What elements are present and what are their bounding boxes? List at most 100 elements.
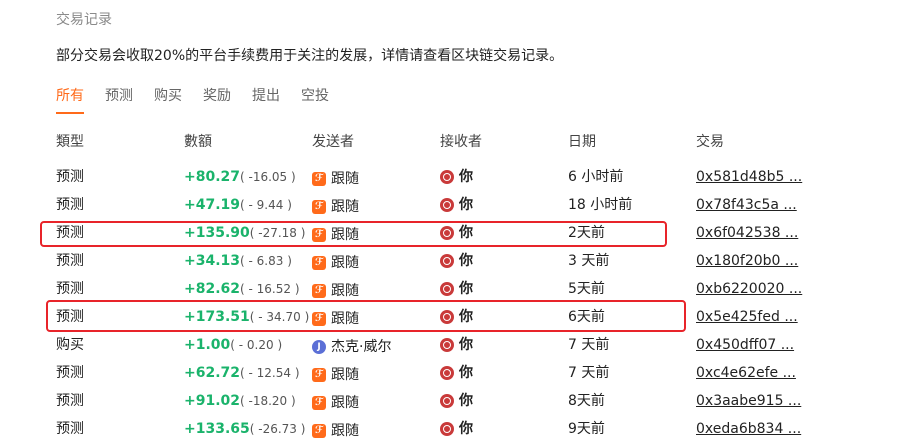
row-sender[interactable]: ℱ 跟随 — [312, 163, 359, 191]
transaction-hash-link[interactable]: 0x180f20b0 ... — [696, 253, 798, 269]
sender-name[interactable]: 跟随 — [331, 417, 359, 445]
row-transaction-link[interactable]: 0x450dff07 ... — [696, 331, 794, 359]
receiver-name: 你 — [459, 281, 473, 297]
amount-value: +135.90 — [184, 225, 250, 241]
row-date: 7 天前 — [568, 365, 610, 381]
row-sender[interactable]: ℱ 跟随 — [312, 191, 359, 219]
column-header-date: 日期 — [568, 134, 596, 150]
row-transaction-link[interactable]: 0xc4e62efe ... — [696, 359, 796, 387]
section-title: 交易记录 — [56, 12, 112, 28]
fee-value: ( - 12.54 ) — [240, 366, 300, 380]
row-date: 5天前 — [568, 281, 605, 297]
receiver-name: 你 — [459, 337, 473, 353]
fee-value: ( - 0.20 ) — [230, 338, 283, 352]
row-sender[interactable]: J 杰克·威尔 — [312, 331, 391, 359]
fee-value: ( -27.18 ) — [249, 226, 306, 240]
fee-value: ( - 16.52 ) — [240, 282, 300, 296]
sender-name[interactable]: 杰克·威尔 — [331, 333, 391, 361]
fee-value: ( -18.20 ) — [240, 394, 296, 408]
fee-value: ( - 9.44 ) — [240, 198, 292, 212]
transaction-hash-link[interactable]: 0x6f042538 ... — [696, 225, 798, 241]
row-date: 2天前 — [568, 225, 605, 241]
row-sender[interactable]: ℱ 跟随 — [312, 275, 359, 303]
row-transaction-link[interactable]: 0x3aabe915 ... — [696, 387, 801, 415]
tab-purchase[interactable]: 购买 — [154, 86, 182, 114]
row-type: 预测 — [56, 393, 84, 409]
row-transaction-link[interactable]: 0x581d48b5 ... — [696, 163, 802, 191]
table-row: 预测 +34.13( - 6.83 ) ℱ 跟随 你 3 天前 0x180f20b… — [0, 247, 917, 275]
row-sender[interactable]: ℱ 跟随 — [312, 247, 359, 275]
row-type: 预测 — [56, 309, 84, 325]
row-receiver: 你 — [440, 219, 473, 247]
tab-withdraw[interactable]: 提出 — [252, 86, 280, 114]
table-row: 预测 +47.19( - 9.44 ) ℱ 跟随 你 18 小时前 0x78f43… — [0, 191, 917, 219]
sender-name[interactable]: 跟随 — [331, 249, 359, 277]
sender-name[interactable]: 跟随 — [331, 305, 359, 333]
amount-value: +62.72 — [184, 365, 241, 381]
row-transaction-link[interactable]: 0xb6220020 ... — [696, 275, 802, 303]
sender-name[interactable]: 跟随 — [331, 277, 359, 305]
follow-icon: ℱ — [312, 368, 326, 382]
receiver-name: 你 — [459, 225, 473, 241]
transaction-hash-link[interactable]: 0xb6220020 ... — [696, 281, 802, 297]
amount-value: +1.00 — [184, 337, 231, 353]
sender-name[interactable]: 跟随 — [331, 221, 359, 249]
transaction-hash-link[interactable]: 0xeda6b834 ... — [696, 421, 801, 437]
row-sender[interactable]: ℱ 跟随 — [312, 359, 359, 387]
transaction-hash-link[interactable]: 0x5e425fed ... — [696, 309, 798, 325]
row-date: 8天前 — [568, 393, 605, 409]
row-amount: +47.19( - 9.44 ) — [184, 191, 292, 219]
transaction-hash-link[interactable]: 0x581d48b5 ... — [696, 169, 802, 185]
transaction-hash-link[interactable]: 0x3aabe915 ... — [696, 393, 801, 409]
row-receiver: 你 — [440, 163, 473, 191]
follow-icon: ℱ — [312, 312, 326, 326]
row-amount: +91.02( -18.20 ) — [184, 387, 296, 415]
row-transaction-link[interactable]: 0x180f20b0 ... — [696, 247, 798, 275]
row-amount: +34.13( - 6.83 ) — [184, 247, 292, 275]
row-date: 7 天前 — [568, 337, 610, 353]
sender-name[interactable]: 跟随 — [331, 361, 359, 389]
row-receiver: 你 — [440, 303, 473, 331]
transaction-hash-link[interactable]: 0x450dff07 ... — [696, 337, 794, 353]
row-sender[interactable]: ℱ 跟随 — [312, 303, 359, 331]
row-receiver: 你 — [440, 359, 473, 387]
row-transaction-link[interactable]: 0x78f43c5a ... — [696, 191, 797, 219]
fee-value: ( -26.73 ) — [249, 422, 306, 436]
follow-icon: ℱ — [312, 172, 326, 186]
table-row: 预测 +133.65( -26.73 ) ℱ 跟随 你 9天前 0xeda6b83… — [0, 415, 917, 443]
amount-value: +82.62 — [184, 281, 241, 297]
sender-name[interactable]: 跟随 — [331, 193, 359, 221]
tab-airdrop[interactable]: 空投 — [301, 86, 329, 114]
amount-value: +173.51 — [184, 309, 250, 325]
fee-value: ( - 6.83 ) — [240, 254, 292, 268]
row-sender[interactable]: ℱ 跟随 — [312, 387, 359, 415]
row-transaction-link[interactable]: 0x6f042538 ... — [696, 219, 798, 247]
row-receiver: 你 — [440, 415, 473, 443]
row-transaction-link[interactable]: 0x5e425fed ... — [696, 303, 798, 331]
row-amount: +80.27( -16.05 ) — [184, 163, 296, 191]
tab-reward[interactable]: 奖励 — [203, 86, 231, 114]
table-row: 预测 +82.62( - 16.52 ) ℱ 跟随 你 5天前 0xb622002… — [0, 275, 917, 303]
amount-value: +91.02 — [184, 393, 241, 409]
tab-all[interactable]: 所有 — [56, 86, 84, 114]
row-receiver: 你 — [440, 331, 473, 359]
receiver-name: 你 — [459, 309, 473, 325]
sender-name[interactable]: 跟随 — [331, 165, 359, 193]
follow-icon: ℱ — [312, 396, 326, 410]
row-sender[interactable]: ℱ 跟随 — [312, 219, 359, 247]
receiver-name: 你 — [459, 197, 473, 213]
receiver-avatar-icon — [440, 282, 454, 296]
row-receiver: 你 — [440, 387, 473, 415]
transaction-hash-link[interactable]: 0xc4e62efe ... — [696, 365, 796, 381]
follow-icon: ℱ — [312, 284, 326, 298]
transaction-hash-link[interactable]: 0x78f43c5a ... — [696, 197, 797, 213]
row-sender[interactable]: ℱ 跟随 — [312, 415, 359, 443]
row-type: 预测 — [56, 169, 84, 185]
tab-prediction[interactable]: 预测 — [105, 86, 133, 114]
follow-icon: ℱ — [312, 424, 326, 438]
row-receiver: 你 — [440, 275, 473, 303]
receiver-avatar-icon — [440, 366, 454, 380]
row-transaction-link[interactable]: 0xeda6b834 ... — [696, 415, 801, 443]
row-amount: +135.90( -27.18 ) — [184, 219, 305, 247]
sender-name[interactable]: 跟随 — [331, 389, 359, 417]
